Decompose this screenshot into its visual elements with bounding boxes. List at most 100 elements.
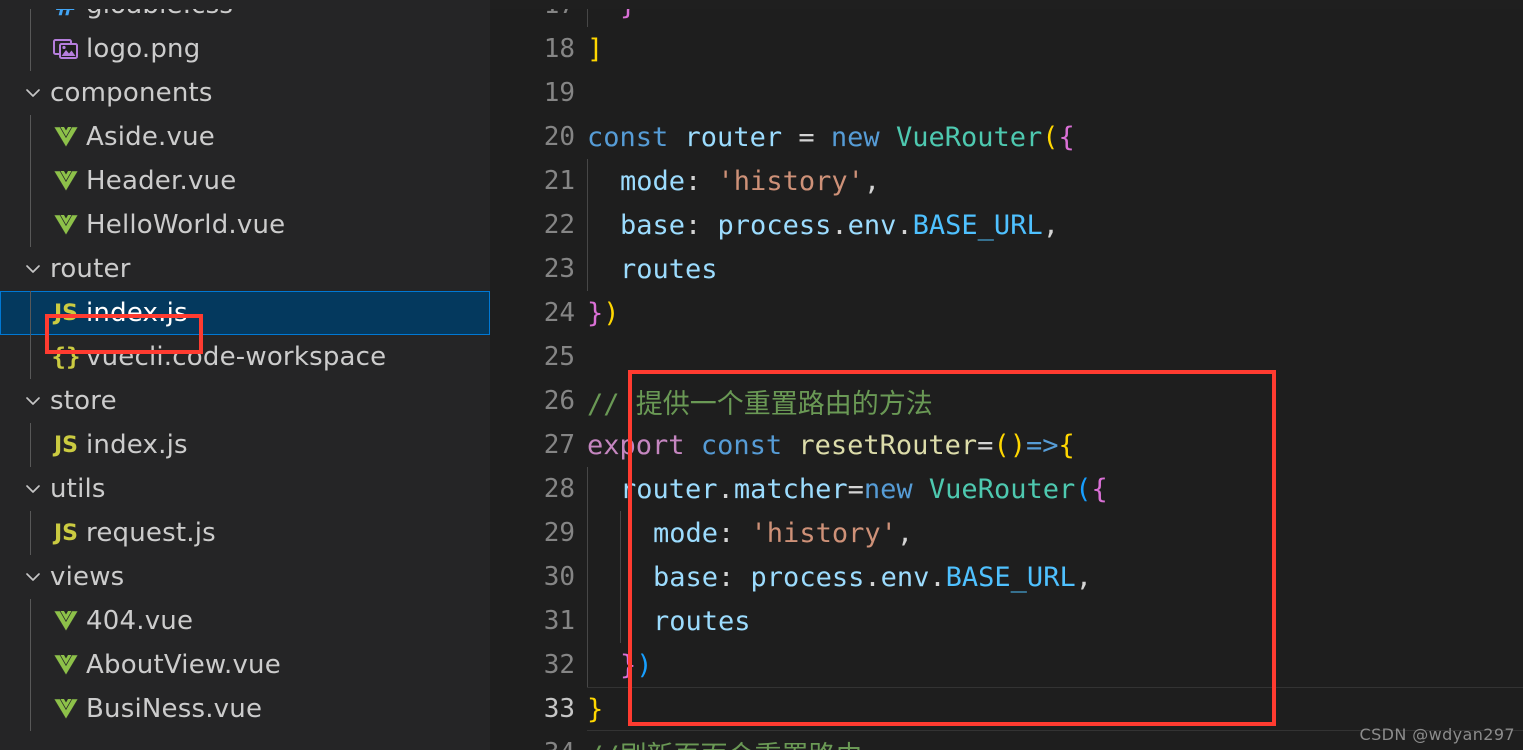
line-number: 21 <box>543 166 575 196</box>
code-line[interactable]: 26 // 提供一个重置路由的方法 <box>490 379 1523 423</box>
chevron-down-icon[interactable] <box>18 390 48 412</box>
code-line[interactable]: 29 mode: 'history', <box>490 511 1523 555</box>
tree-item-router[interactable]: router <box>0 247 490 291</box>
tree-item-label: store <box>50 386 117 416</box>
code-line[interactable]: 21 mode: 'history', <box>490 159 1523 203</box>
line-number: 33 <box>543 694 575 724</box>
indent-guide <box>30 335 31 379</box>
code-line[interactable]: 28 router.matcher=new VueRouter({ <box>490 467 1523 511</box>
code-line[interactable]: 25 <box>490 335 1523 379</box>
tree-item-label: Header.vue <box>86 166 237 196</box>
code-token: 'history' <box>717 165 864 197</box>
chevron-down-icon[interactable] <box>18 566 48 588</box>
chevron-down-icon[interactable] <box>18 258 48 280</box>
code-line[interactable]: 31 routes <box>490 599 1523 643</box>
code-line[interactable]: 18] <box>490 27 1523 71</box>
code-line[interactable]: 30 base: process.env.BASE_URL, <box>490 555 1523 599</box>
tree-item-404-vue[interactable]: 404.vue <box>0 599 490 643</box>
tree-item-logo-png[interactable]: logo.png <box>0 27 490 71</box>
code-line[interactable]: 27 export const resetRouter=()=>{ <box>490 423 1523 467</box>
code-line[interactable]: 20 const router = new VueRouter({ <box>490 115 1523 159</box>
tree-item-index-js[interactable]: JS index.js <box>0 423 490 467</box>
file-explorer-tree[interactable]: # gloable.css logo.png components Aside.vue H… <box>0 0 490 731</box>
code-token: { <box>1058 429 1075 461</box>
indent-guide <box>587 599 588 643</box>
tree-item-aboutview-vue[interactable]: AboutView.vue <box>0 643 490 687</box>
code-line[interactable]: 19 <box>490 71 1523 115</box>
tree-item-views[interactable]: views <box>0 555 490 599</box>
chevron-down-icon[interactable] <box>18 82 48 104</box>
code-token: ] <box>587 33 604 65</box>
code-token: ) <box>603 297 620 329</box>
code-token: ( <box>1075 473 1092 505</box>
tree-item-vuecli-code-workspace[interactable]: {} vuecli.code-workspace <box>0 335 490 379</box>
code-token: base <box>653 561 719 593</box>
code-indent <box>587 511 653 555</box>
code-lines[interactable]: 17} 18] 19 20 const router = new VueRouter({… <box>490 0 1523 750</box>
code-text: }) <box>620 650 1523 681</box>
tree-item-index-js[interactable]: JS index.js <box>0 291 490 335</box>
indent-guide <box>587 159 588 203</box>
code-token: VueRouter <box>895 121 1043 153</box>
code-token: ) <box>1009 429 1026 461</box>
code-line[interactable]: 23 routes <box>490 247 1523 291</box>
tree-item-business-vue[interactable]: BusiNess.vue <box>0 687 490 731</box>
code-indent <box>587 643 620 687</box>
editor-top-edge <box>490 0 1523 9</box>
indent-guide <box>30 643 31 687</box>
code-token: routes <box>620 253 718 285</box>
tree-item-label: Aside.vue <box>86 122 215 152</box>
indent-guide <box>587 643 588 687</box>
code-token: env <box>847 209 897 241</box>
line-number: 30 <box>543 562 575 592</box>
line-number: 28 <box>543 474 575 504</box>
tree-item-request-js[interactable]: JS request.js <box>0 511 490 555</box>
tree-item-utils[interactable]: utils <box>0 467 490 511</box>
code-token: matcher <box>733 473 848 505</box>
indent-guide <box>30 115 31 159</box>
code-editor[interactable]: 17} 18] 19 20 const router = new VueRouter({… <box>490 0 1523 750</box>
tree-item-components[interactable]: components <box>0 71 490 115</box>
indent-spacer <box>0 27 48 71</box>
tree-item-store[interactable]: store <box>0 379 490 423</box>
code-line[interactable]: 22 base: process.env.BASE_URL, <box>490 203 1523 247</box>
code-text: ] <box>587 34 1523 65</box>
tree-item-label: HelloWorld.vue <box>86 210 286 240</box>
code-token: : <box>718 517 751 549</box>
code-token: process <box>717 209 832 241</box>
code-token: routes <box>653 605 751 637</box>
code-line[interactable]: 24}) <box>490 291 1523 335</box>
tree-item-label: components <box>50 78 213 108</box>
code-token: ) <box>636 649 653 681</box>
code-token: // 提供一个重置路由的方法 <box>587 388 933 420</box>
code-token: { <box>1058 121 1075 153</box>
tree-item-aside-vue[interactable]: Aside.vue <box>0 115 490 159</box>
indent-spacer <box>0 599 48 643</box>
vscode-window: # gloable.css logo.png components Aside.vue H… <box>0 0 1523 750</box>
code-token: mode <box>653 517 719 549</box>
code-token: router <box>684 121 783 153</box>
tree-item-helloworld-vue[interactable]: HelloWorld.vue <box>0 203 490 247</box>
tree-item-label: vuecli.code-workspace <box>86 342 387 372</box>
tree-item-label: AboutView.vue <box>86 650 281 680</box>
tree-item-label: request.js <box>86 518 216 548</box>
code-indent <box>587 203 620 247</box>
code-text: router.matcher=new VueRouter({ <box>620 474 1523 505</box>
image-file-icon <box>48 37 84 61</box>
code-line[interactable]: 32}) <box>490 643 1523 687</box>
chevron-down-icon[interactable] <box>18 478 48 500</box>
line-number: 18 <box>543 34 575 64</box>
code-text: // 提供一个重置路由的方法 <box>587 382 1523 421</box>
indent-guide <box>30 203 31 247</box>
tree-item-header-vue[interactable]: Header.vue <box>0 159 490 203</box>
line-number: 31 <box>543 606 575 636</box>
code-token: //刷新页面会重置路由 <box>587 741 863 750</box>
indent-spacer <box>0 115 48 159</box>
tree-item-label: 404.vue <box>86 606 194 636</box>
sidebar-top-edge <box>0 0 490 9</box>
code-token: BASE_URL <box>912 209 1043 241</box>
